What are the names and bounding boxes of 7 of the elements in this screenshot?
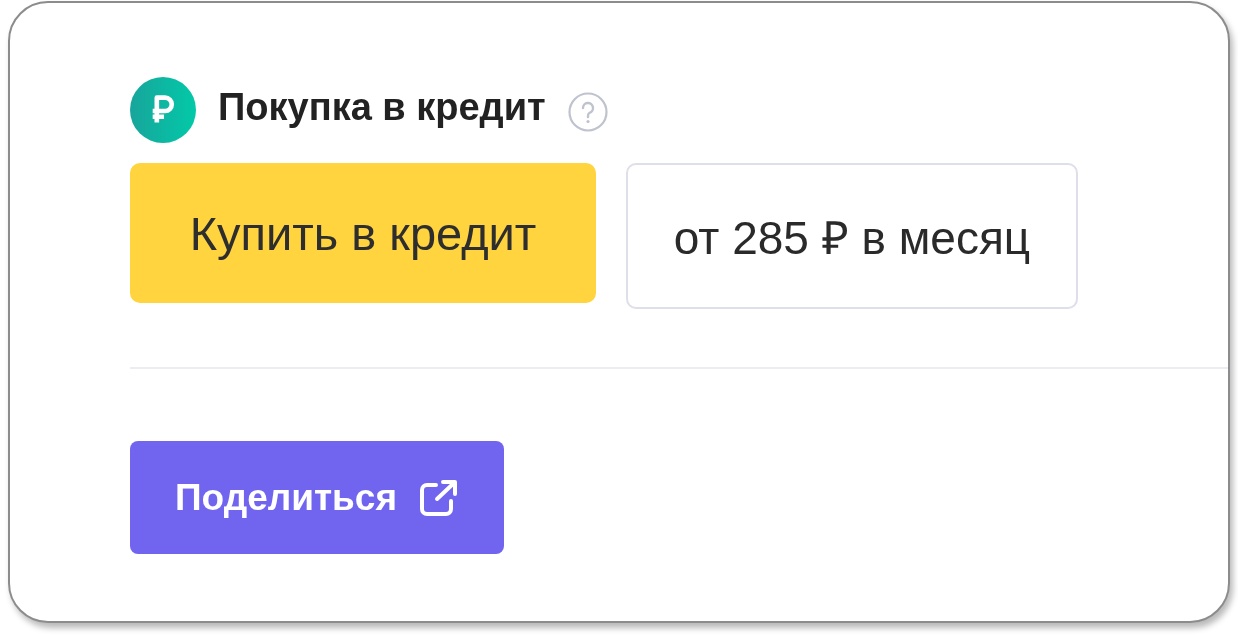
ruble-icon xyxy=(130,77,196,143)
buy-on-credit-button[interactable]: Купить в кредит xyxy=(130,163,596,303)
help-icon[interactable] xyxy=(567,92,608,132)
section-title: Покупка в кредит xyxy=(218,85,546,129)
monthly-price-box: от 285 ₽ в месяц xyxy=(626,163,1078,309)
share-button[interactable]: Поделиться xyxy=(130,441,504,554)
external-link-icon xyxy=(419,478,460,517)
